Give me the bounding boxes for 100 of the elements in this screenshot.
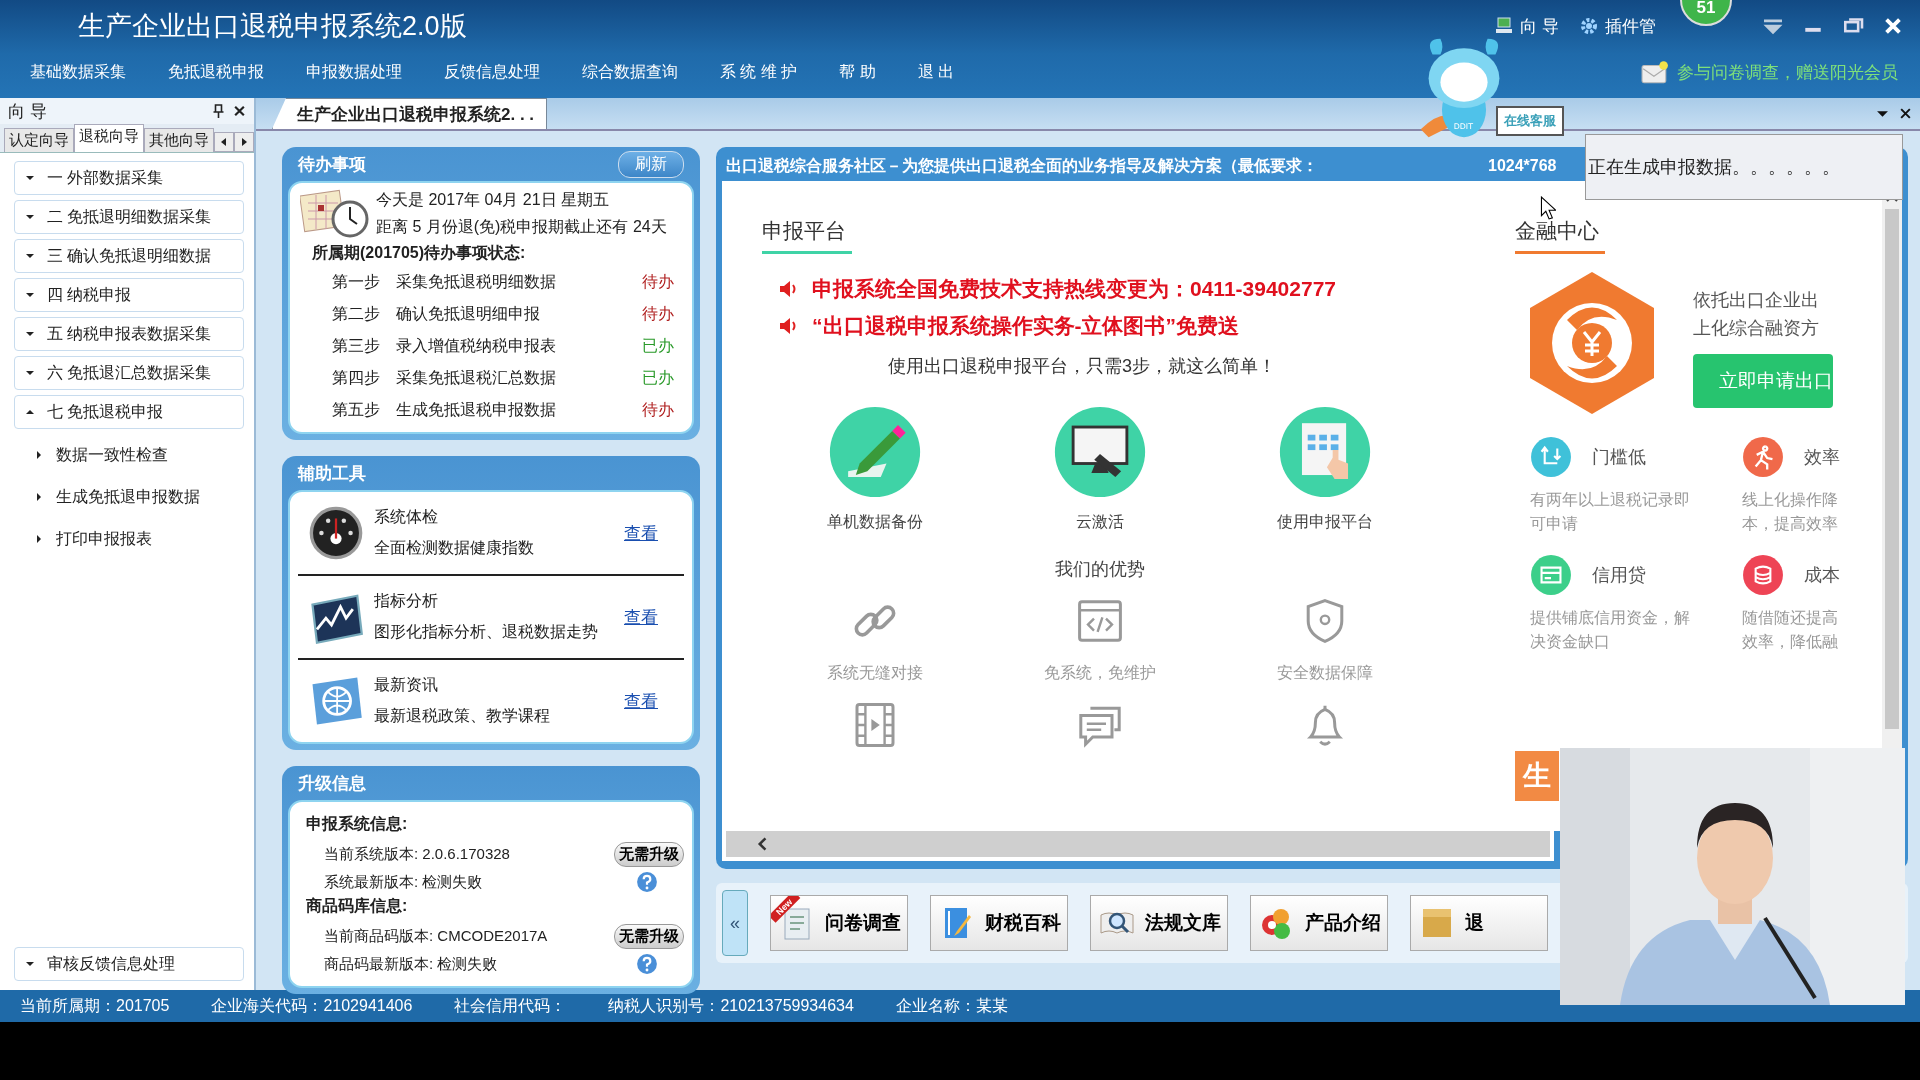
date-text: 今天是 2017年 04月 21日 星期五	[376, 190, 610, 210]
scroll-right-icon[interactable]	[234, 132, 254, 152]
pin-icon[interactable]	[212, 104, 225, 118]
menu-item[interactable]: 系 统 维 护	[720, 61, 798, 83]
caret-icon	[34, 534, 44, 544]
feature-label: 安全数据保障	[1276, 663, 1373, 683]
view-link[interactable]: 查看	[624, 689, 658, 713]
tree-label: 四 纳税申报	[47, 284, 132, 305]
collapse-button[interactable]: «	[722, 890, 748, 956]
step-label: 第四步	[332, 367, 381, 388]
feature-description: 随借随还提高	[1742, 608, 1839, 628]
step-status: 待办	[642, 303, 674, 324]
tree-label: 二 免抵退明细数据采集	[47, 206, 212, 227]
menu-item[interactable]: 申报数据处理	[306, 61, 402, 83]
envelope-icon[interactable]	[1641, 60, 1669, 84]
feature-title: 信用贷	[1592, 564, 1646, 587]
tree-item[interactable]: 七 免抵退税申报	[14, 395, 244, 429]
step-status: 已办	[642, 335, 674, 356]
tree-item[interactable]: 二 免抵退明细数据采集	[14, 200, 244, 234]
calendar-clock-icon	[300, 189, 370, 239]
tree-label: 六 免抵退汇总数据采集	[47, 362, 212, 383]
step-task: 录入增值税纳税申报表	[396, 335, 557, 356]
scroll-left-icon[interactable]	[756, 836, 768, 852]
feature-description: 提供铺底信用资金，解	[1530, 608, 1691, 628]
panel-tab[interactable]: 认定向导	[4, 128, 74, 152]
status-field: 社会信用代码：	[454, 995, 567, 1017]
monitor-icon[interactable]	[1494, 16, 1515, 36]
step-label: 第三步	[332, 335, 381, 356]
tree-label: 五 纳税申报表数据采集	[47, 323, 212, 344]
finance-text: 上化综合融资方	[1693, 317, 1820, 340]
upgrade-button[interactable]: 无需升级	[614, 923, 684, 949]
menu-item[interactable]: 退 出	[917, 61, 955, 83]
tree-item[interactable]: 审核反馈信息处理	[14, 947, 244, 981]
tree-item[interactable]: 四 纳税申报	[14, 278, 244, 312]
upgrade-button[interactable]: 无需升级	[614, 841, 684, 867]
gear-icon[interactable]	[1579, 16, 1599, 36]
tree-item[interactable]: 一 外部数据采集	[14, 161, 244, 195]
step-label: 第五步	[332, 399, 381, 420]
quick-button[interactable]: 法规文库	[1090, 895, 1228, 951]
step-task: 采集免抵退税明细数据	[396, 271, 557, 292]
tree-item[interactable]: 三 确认免抵退明细数据	[14, 239, 244, 273]
quick-button[interactable]: 退	[1410, 895, 1548, 951]
menu-item[interactable]: 反馈信息处理	[444, 61, 540, 83]
section-heading: 商品码库信息:	[306, 896, 409, 916]
close-icon[interactable]	[233, 104, 246, 118]
help-icon[interactable]	[636, 953, 658, 975]
feature-title: 效率	[1804, 446, 1840, 469]
feature-title: 成本	[1804, 564, 1840, 587]
version-text: 商品码最新版本: 检测失败	[324, 954, 499, 974]
feature-title: 门槛低	[1592, 446, 1646, 469]
banner-text: 1024*768	[1488, 157, 1557, 175]
view-link[interactable]: 查看	[624, 521, 658, 545]
notice-text: “出口退税申报系统操作实务-立体图书”免费送	[812, 312, 1239, 339]
scroll-left-icon[interactable]	[214, 132, 234, 152]
step-status: 待办	[642, 399, 674, 420]
horizontal-scrollbar[interactable]	[722, 831, 1554, 861]
menu-item[interactable]: 综合数据查询	[582, 61, 678, 83]
toolbar-link[interactable]: 插件管	[1605, 14, 1656, 38]
step-task: 采集免抵退税汇总数据	[396, 367, 557, 388]
help-icon[interactable]	[636, 871, 658, 893]
tool-description: 最新退税政策、教学课程	[374, 706, 551, 726]
section-tab[interactable]: 金融中心	[1515, 217, 1605, 254]
card-title: 辅助工具	[298, 462, 366, 485]
feature-label: 系统无缝对接	[826, 663, 923, 683]
tree-link[interactable]: 数据一致性检查	[56, 444, 168, 466]
section-heading: 申报系统信息:	[306, 814, 409, 834]
step-label: 单机数据备份	[826, 512, 923, 532]
step-label: 云激活	[1075, 512, 1124, 532]
notice-text: 申报系统全国免费技术支持热线变更为：0411-39402777	[812, 275, 1336, 302]
feature-description: 可申请	[1530, 514, 1579, 534]
step-label: 使用申报平台	[1276, 512, 1373, 532]
feature-description: 决资金缺口	[1530, 632, 1611, 652]
tree-label: 七 免抵退税申报	[47, 401, 164, 422]
view-link[interactable]: 查看	[624, 605, 658, 629]
feature-description: 有两年以上退税记录即	[1530, 490, 1691, 510]
feature-description: 本，提高效率	[1742, 514, 1839, 534]
toolbar-link[interactable]: 向 导	[1520, 14, 1559, 38]
feature-description: 线上化操作降	[1742, 490, 1839, 510]
tree-label: 三 确认免抵退明细数据	[47, 245, 212, 266]
gauge-icon	[308, 505, 364, 561]
intro-text: 使用出口退税申报平台，只需3步，就这么简单！	[888, 355, 1276, 378]
panel-tab[interactable]: 其他向导	[144, 128, 214, 152]
period-heading: 所属期(201705)待办事项状态:	[312, 243, 527, 263]
status-field: 纳税人识别号：210213759934634	[608, 995, 854, 1017]
panel-tab[interactable]: 退税向导	[74, 124, 144, 152]
version-text: 当前系统版本: 2.0.6.170328	[324, 844, 511, 864]
menu-item[interactable]: 免抵退税申报	[168, 61, 264, 83]
tree-item[interactable]: 六 免抵退汇总数据采集	[14, 356, 244, 390]
close-icon[interactable]	[1899, 107, 1912, 120]
menu-item[interactable]: 基础数据采集	[30, 61, 126, 83]
cursor-icon	[1540, 196, 1556, 220]
document-tab[interactable]: 生产企业出口退税申报系统2. . .	[272, 98, 548, 129]
tree-link[interactable]: 生成免抵退申报数据	[56, 486, 200, 508]
finance-text: 依托出口企业出	[1693, 289, 1820, 312]
quick-button[interactable]: 产品介绍	[1250, 895, 1388, 951]
menu-item[interactable]: 帮 助	[839, 61, 876, 83]
quick-button[interactable]: 财税百科	[930, 895, 1068, 951]
tree-link[interactable]: 打印申报报表	[56, 528, 152, 550]
tree-item[interactable]: 五 纳税申报表数据采集	[14, 317, 244, 351]
section-tab[interactable]: 申报平台	[762, 217, 852, 254]
